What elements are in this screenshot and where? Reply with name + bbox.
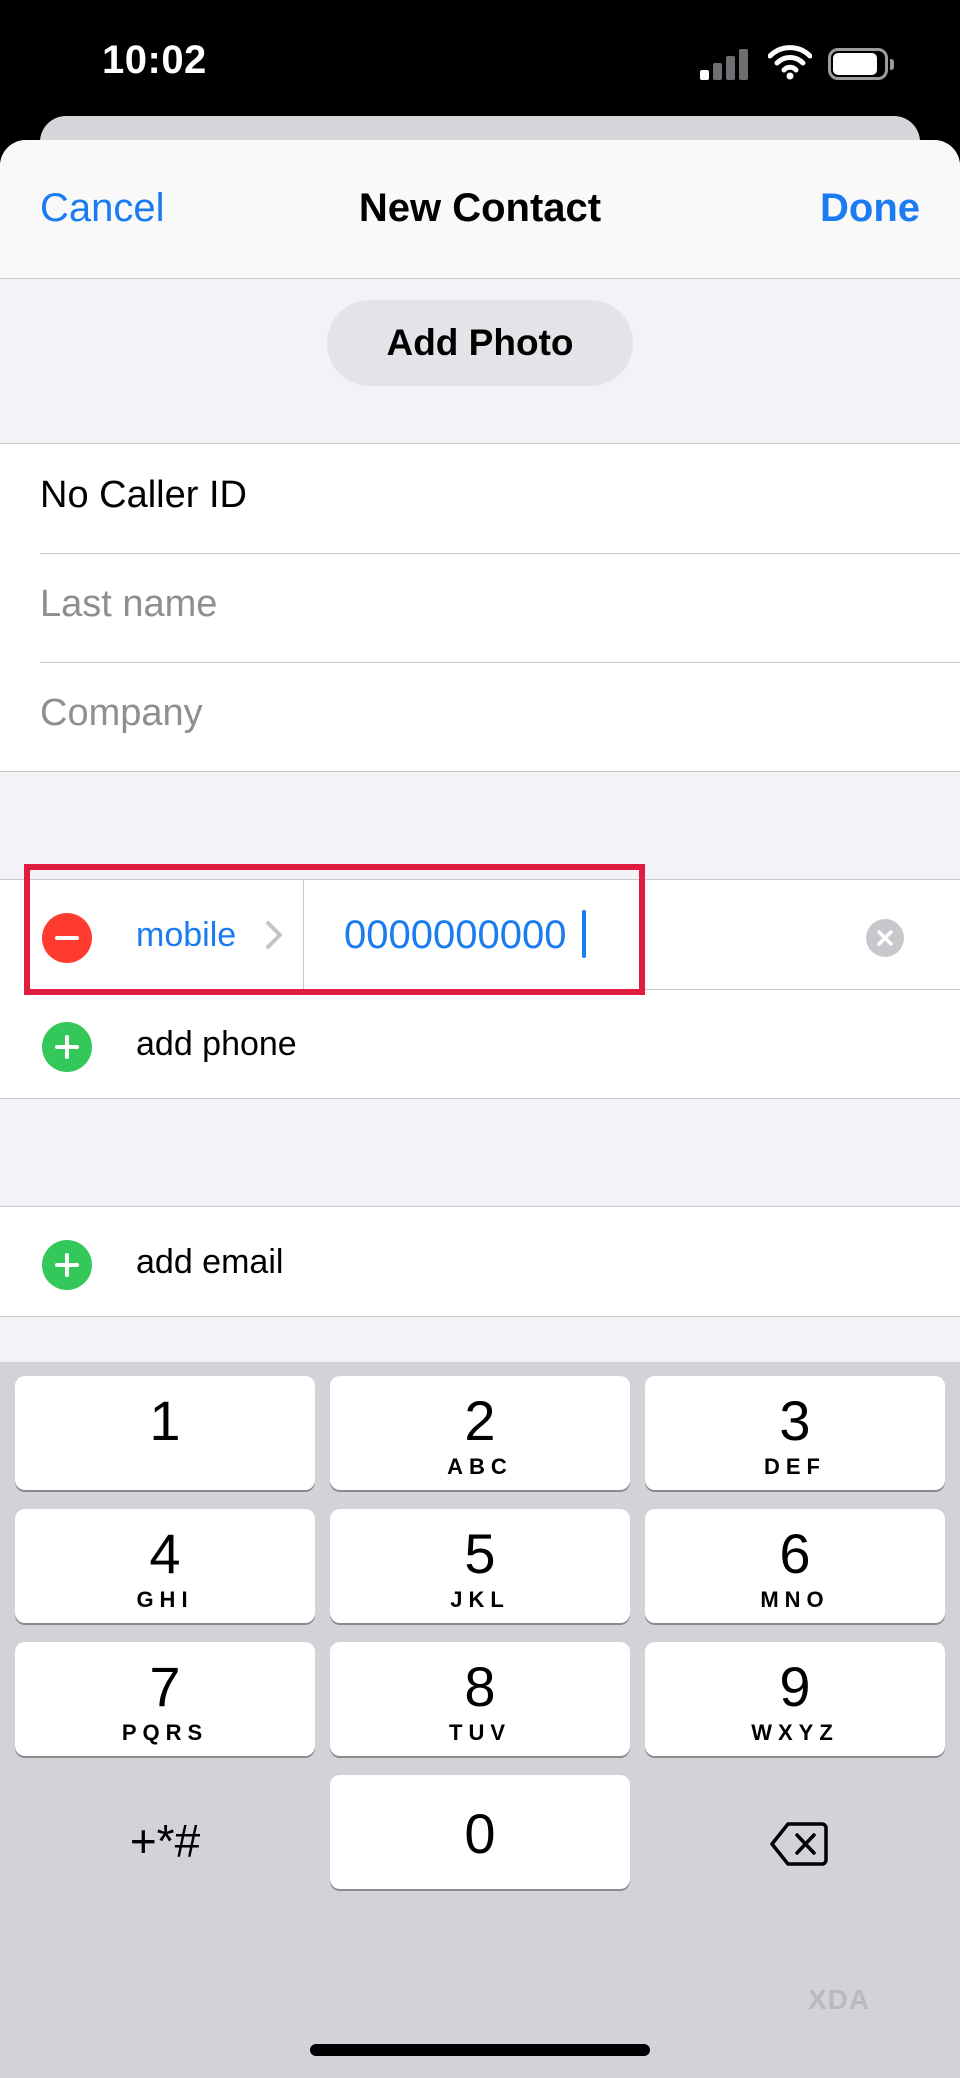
key-9[interactable]: 9 WXYZ xyxy=(645,1642,945,1756)
first-name-row[interactable]: No Caller ID xyxy=(0,444,960,553)
last-name-row[interactable]: Last name xyxy=(0,553,960,662)
key-0[interactable]: 0 xyxy=(330,1775,630,1889)
key-digit: 5 xyxy=(464,1522,496,1585)
key-3[interactable]: 3 DEF xyxy=(645,1376,945,1490)
key-letters: TUV xyxy=(449,1720,511,1745)
first-name-field[interactable]: No Caller ID xyxy=(40,474,247,517)
key-6[interactable]: 6 MNO xyxy=(645,1509,945,1623)
key-letters: MNO xyxy=(760,1587,830,1612)
key-letters: ABC xyxy=(447,1454,513,1479)
key-8[interactable]: 8 TUV xyxy=(330,1642,630,1756)
add-phone-label[interactable]: add phone xyxy=(136,1025,297,1064)
key-5[interactable]: 5 JKL xyxy=(330,1509,630,1623)
key-4[interactable]: 4 GHI xyxy=(15,1509,315,1623)
key-digit: 0 xyxy=(464,1802,496,1865)
key-letters: PQRS xyxy=(121,1720,209,1745)
key-digit: 8 xyxy=(464,1655,496,1718)
clear-text-button[interactable] xyxy=(866,919,904,957)
done-button[interactable]: Done xyxy=(820,186,920,231)
key-letters: GHI xyxy=(136,1587,194,1612)
backspace-icon xyxy=(770,1822,828,1866)
key-digit: 3 xyxy=(779,1389,811,1452)
add-phone-row[interactable]: add phone xyxy=(0,989,960,1098)
cellular-signal-icon xyxy=(700,48,750,80)
key-digit: 2 xyxy=(464,1389,496,1452)
status-time: 10:02 xyxy=(102,38,207,82)
add-email-label[interactable]: add email xyxy=(136,1243,283,1282)
close-icon xyxy=(877,930,893,946)
delete-key[interactable] xyxy=(645,1790,945,1904)
add-phone-icon[interactable] xyxy=(42,1022,92,1072)
home-indicator[interactable] xyxy=(310,2044,650,2056)
wifi-icon xyxy=(768,45,812,80)
key-digit: 6 xyxy=(779,1522,811,1585)
add-email-row[interactable]: add email xyxy=(0,1207,960,1316)
company-field[interactable]: Company xyxy=(40,692,203,735)
status-bar: 10:02 xyxy=(0,0,960,130)
navigation-bar: Cancel New Contact Done xyxy=(0,140,960,279)
battery-icon xyxy=(828,48,894,80)
company-row[interactable]: Company xyxy=(0,662,960,771)
key-1[interactable]: 1 xyxy=(15,1376,315,1490)
page-title: New Contact xyxy=(358,186,602,230)
key-digit: 9 xyxy=(779,1655,811,1718)
key-2[interactable]: 2 ABC xyxy=(330,1376,630,1490)
key-letters: JKL xyxy=(450,1587,510,1612)
key-letters: DEF xyxy=(764,1454,826,1479)
email-group: add email xyxy=(0,1206,960,1317)
name-fields-group: No Caller ID Last name Company xyxy=(0,443,960,772)
last-name-field[interactable]: Last name xyxy=(40,583,217,626)
key-digit: 4 xyxy=(149,1522,181,1585)
key-letters: WXYZ xyxy=(751,1720,839,1745)
numeric-keypad: 1 2 ABC 3 DEF 4 GHI 5 JKL 6 MNO 7 PQRS 8… xyxy=(0,1362,960,2078)
key-7[interactable]: 7 PQRS xyxy=(15,1642,315,1756)
key-digit: 1 xyxy=(149,1389,181,1452)
key-digit: 7 xyxy=(149,1655,181,1718)
highlight-box xyxy=(24,864,645,995)
add-email-icon[interactable] xyxy=(42,1240,92,1290)
watermark-logo: XDA xyxy=(808,1984,871,2015)
symbols-key[interactable]: +*# xyxy=(15,1790,315,1904)
add-photo-button[interactable]: Add Photo xyxy=(327,300,633,386)
